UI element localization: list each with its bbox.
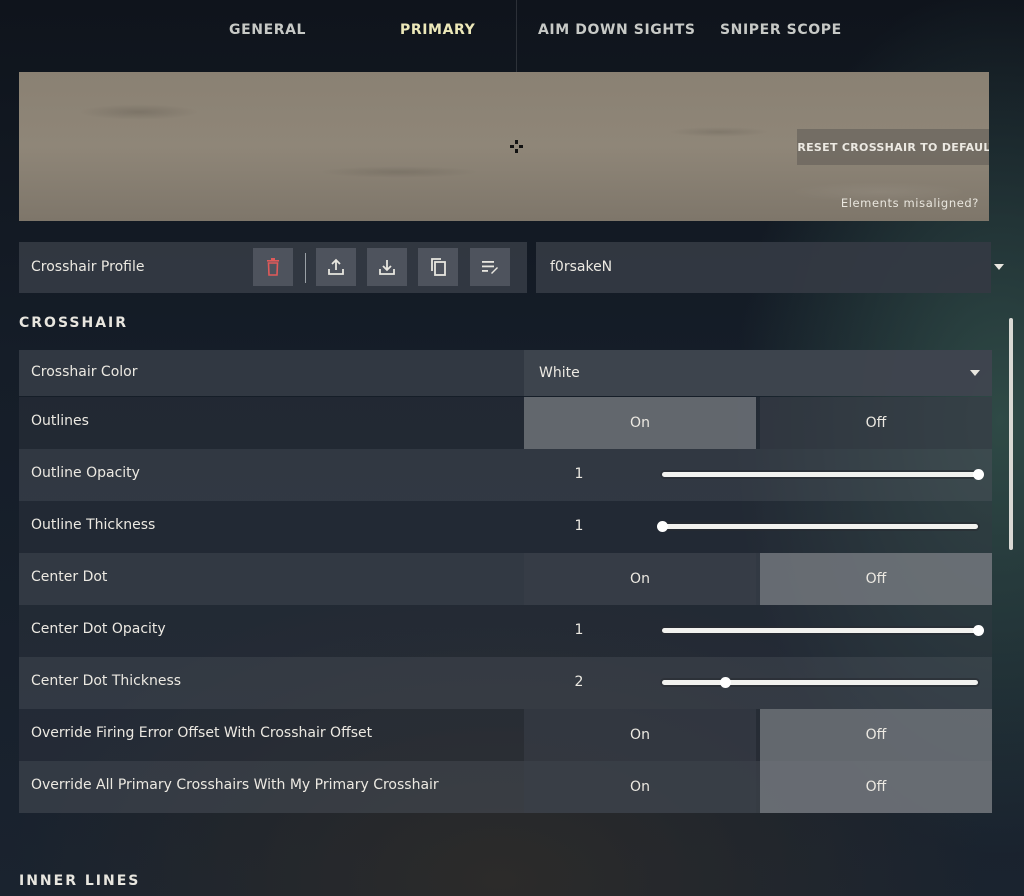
copy-icon [431,258,446,276]
setting-label: Crosshair Color [31,364,138,380]
setting-label: Outline Opacity [31,465,140,481]
download-icon [379,260,395,275]
center-dot-on-option[interactable]: On [524,553,756,605]
center-dot-opacity-value: 1 [574,622,584,638]
slider-thumb[interactable] [657,521,668,532]
slider-thumb[interactable] [973,469,984,480]
crosshair-preview: RESET CROSSHAIR TO DEFAULT Elements misa… [19,72,989,221]
center-dot-thickness-value: 2 [574,674,584,690]
outline-opacity-value: 1 [574,466,584,482]
center-dot-opacity-slider[interactable] [662,625,984,636]
tab-sniper-scope[interactable]: SNIPER SCOPE [720,22,842,38]
export-profile-button[interactable] [316,248,356,286]
section-title-inner-lines: INNER LINES [19,873,141,889]
setting-label: Outline Thickness [31,517,156,533]
setting-label: Center Dot [31,569,108,585]
setting-row-override-all-primary: Override All Primary Crosshairs With My … [19,761,992,813]
delete-profile-button[interactable] [253,248,293,286]
import-profile-button[interactable] [367,248,407,286]
crosshair-profile-label: Crosshair Profile [31,259,145,275]
override-all-on-option[interactable]: On [524,761,756,813]
upload-icon [328,258,344,275]
chevron-down-icon [970,370,980,376]
crosshair-profile-dropdown[interactable]: f0rsakeN [536,242,1004,293]
outline-thickness-slider[interactable] [657,521,978,532]
crosshair-profile-value: f0rsakeN [550,259,613,275]
override-firing-off-option[interactable]: Off [760,709,992,761]
setting-row-outlines: Outlines On Off [19,397,992,449]
crosshair-profile-bar: Crosshair Profile [19,242,527,293]
tab-general[interactable]: GENERAL [229,22,306,38]
setting-row-center-dot-opacity: Center Dot Opacity 1 [19,605,992,657]
tab-primary[interactable]: PRIMARY [400,22,475,38]
toolbar-separator [305,253,306,283]
setting-label: Center Dot Opacity [31,621,166,637]
outline-opacity-slider[interactable] [662,469,984,480]
tab-aim-down-sights[interactable]: AIM DOWN SIGHTS [538,22,696,38]
duplicate-profile-button[interactable] [418,248,458,286]
setting-row-center-dot-thickness: Center Dot Thickness 2 [19,657,992,709]
setting-label: Override Firing Error Offset With Crossh… [31,725,373,741]
reset-crosshair-button[interactable]: RESET CROSSHAIR TO DEFAULT [797,129,989,165]
setting-row-override-firing-error: Override Firing Error Offset With Crossh… [19,709,992,761]
section-title-crosshair: CROSSHAIR [19,315,129,331]
setting-label: Center Dot Thickness [31,673,182,689]
center-dot-off-option[interactable]: Off [760,553,992,605]
setting-row-center-dot: Center Dot On Off [19,553,992,605]
crosshair-color-dropdown[interactable]: White [524,350,992,396]
elements-misaligned-link[interactable]: Elements misaligned? [841,196,979,210]
setting-row-crosshair-color: Crosshair Color White [19,350,992,396]
outlines-off-option[interactable]: Off [760,397,992,449]
center-dot-thickness-slider[interactable] [662,677,978,688]
slider-thumb[interactable] [720,677,732,688]
setting-label: Override All Primary Crosshairs With My … [31,777,439,793]
trash-icon [267,258,279,276]
rename-icon [482,261,498,274]
override-all-off-option[interactable]: Off [760,761,992,813]
setting-row-outline-thickness: Outline Thickness 1 [19,501,992,553]
override-firing-on-option[interactable]: On [524,709,756,761]
outlines-on-option[interactable]: On [524,397,756,449]
chevron-down-icon [994,264,1004,270]
crosshair-color-value: White [539,365,580,381]
crosshair-preview-icon [510,140,523,153]
outline-thickness-value: 1 [574,518,584,534]
rename-profile-button[interactable] [470,248,510,286]
setting-row-outline-opacity: Outline Opacity 1 [19,449,992,501]
slider-thumb[interactable] [973,625,984,636]
setting-label: Outlines [31,413,89,429]
scrollbar[interactable] [1009,318,1013,550]
settings-tabs: GENERAL PRIMARY AIM DOWN SIGHTS SNIPER S… [0,0,1024,64]
